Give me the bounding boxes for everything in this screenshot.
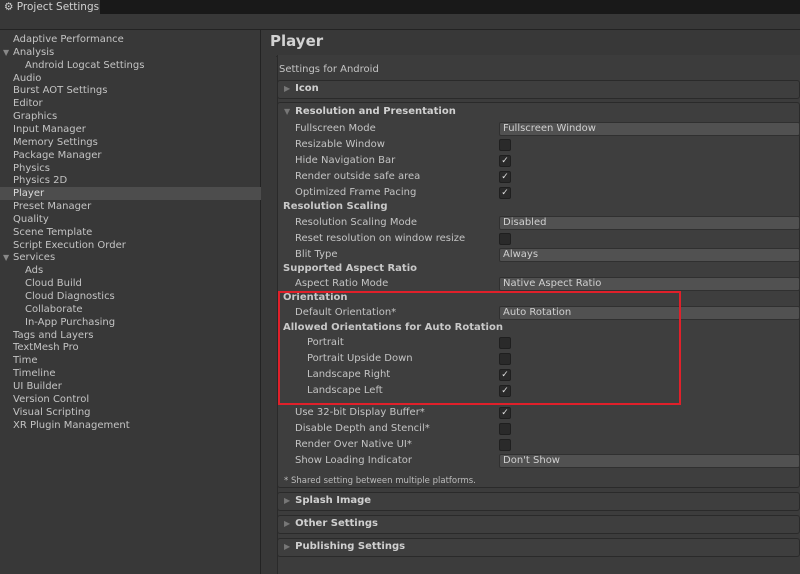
sidebar-item-quality[interactable]: Quality bbox=[0, 213, 261, 226]
display-buffer-checkbox[interactable]: ✓ bbox=[499, 407, 511, 419]
hide-nav-bar-checkbox[interactable]: ✓ bbox=[499, 155, 511, 167]
scaling-mode-dropdown[interactable]: Disabled bbox=[499, 216, 800, 230]
sidebar-item-graphics[interactable]: Graphics bbox=[0, 110, 261, 123]
loading-indicator-label: Show Loading Indicator bbox=[295, 455, 412, 466]
sidebar-item-time[interactable]: Time bbox=[0, 354, 261, 367]
gear-icon: ⚙ bbox=[4, 1, 17, 13]
shared-setting-note: * Shared setting between multiple platfo… bbox=[284, 476, 476, 486]
platform-label: Settings for Android bbox=[279, 64, 379, 75]
project-settings-tab[interactable]: ⚙ Project Settings bbox=[0, 0, 100, 14]
chevron-down-icon[interactable]: ▼ bbox=[3, 46, 9, 59]
disable-depth-checkbox[interactable] bbox=[499, 423, 511, 435]
sidebar-item-ui-builder[interactable]: UI Builder bbox=[0, 380, 261, 393]
resizable-window-checkbox[interactable] bbox=[499, 139, 511, 151]
sidebar-item-physics-2d[interactable]: Physics 2D bbox=[0, 174, 261, 187]
chevron-down-icon[interactable]: ▼ bbox=[3, 251, 9, 264]
sidebar-item-cloud-diagnostics[interactable]: Cloud Diagnostics bbox=[0, 290, 261, 303]
aspect-header: Supported Aspect Ratio bbox=[283, 263, 417, 274]
hide-nav-bar-label: Hide Navigation Bar bbox=[295, 155, 396, 166]
sidebar-item-tags-and-layers[interactable]: Tags and Layers bbox=[0, 329, 261, 342]
sidebar-item-burst-aot-settings[interactable]: Burst AOT Settings bbox=[0, 84, 261, 97]
sidebar-item-player[interactable]: Player bbox=[0, 187, 261, 201]
fullscreen-mode-dropdown[interactable]: Fullscreen Window bbox=[499, 122, 800, 136]
sidebar-item-scene-template[interactable]: Scene Template bbox=[0, 226, 261, 239]
render-outside-safe-label: Render outside safe area bbox=[295, 171, 421, 182]
chevron-right-icon: ▶ bbox=[284, 496, 291, 505]
reset-resolution-checkbox[interactable] bbox=[499, 233, 511, 245]
sidebar-item-xr-plugin-management[interactable]: XR Plugin Management bbox=[0, 419, 261, 432]
sidebar-item-script-execution-order[interactable]: Script Execution Order bbox=[0, 239, 261, 252]
reset-resolution-label: Reset resolution on window resize bbox=[295, 233, 466, 244]
chevron-down-icon: ▼ bbox=[284, 107, 291, 116]
chevron-right-icon: ▶ bbox=[284, 542, 291, 551]
sidebar-item-in-app-purchasing[interactable]: In-App Purchasing bbox=[0, 316, 261, 329]
sidebar-item-textmesh-pro[interactable]: TextMesh Pro bbox=[0, 341, 261, 354]
toolbar bbox=[0, 14, 800, 30]
render-over-native-label: Render Over Native UI* bbox=[295, 439, 412, 450]
sidebar-item-ads[interactable]: Ads bbox=[0, 264, 261, 277]
optimized-frame-pacing-checkbox[interactable]: ✓ bbox=[499, 187, 511, 199]
resizable-window-label: Resizable Window bbox=[295, 139, 385, 150]
loading-indicator-dropdown[interactable]: Don't Show bbox=[499, 454, 800, 468]
sidebar-item-audio[interactable]: Audio bbox=[0, 72, 261, 85]
sidebar-item-physics[interactable]: Physics bbox=[0, 162, 261, 175]
display-buffer-label: Use 32-bit Display Buffer* bbox=[295, 407, 425, 418]
sidebar-item-timeline[interactable]: Timeline bbox=[0, 367, 261, 380]
sidebar-item-version-control[interactable]: Version Control bbox=[0, 393, 261, 406]
sidebar-item-memory-settings[interactable]: Memory Settings bbox=[0, 136, 261, 149]
resolution-section-header[interactable]: ▼ Resolution and Presentation bbox=[284, 103, 456, 121]
sidebar-item-input-manager[interactable]: Input Manager bbox=[0, 123, 261, 136]
sidebar-item-services[interactable]: ▼ Services bbox=[0, 251, 261, 264]
sidebar-item-cloud-build[interactable]: Cloud Build bbox=[0, 277, 261, 290]
render-outside-safe-checkbox[interactable]: ✓ bbox=[499, 171, 511, 183]
sidebar-item-package-manager[interactable]: Package Manager bbox=[0, 149, 261, 162]
sidebar-item-analysis[interactable]: ▼ Analysis bbox=[0, 46, 261, 59]
publishing-section-header[interactable]: ▶ Publishing Settings bbox=[284, 538, 405, 556]
blit-type-dropdown[interactable]: Always bbox=[499, 248, 800, 262]
chevron-right-icon: ▶ bbox=[284, 519, 291, 528]
sidebar-item-android-logcat-settings[interactable]: Android Logcat Settings bbox=[0, 59, 261, 72]
icon-section-header[interactable]: ▶ Icon bbox=[284, 80, 319, 98]
icon-section[interactable] bbox=[277, 80, 800, 99]
sidebar-item-editor[interactable]: Editor bbox=[0, 97, 261, 110]
sidebar-item-collaborate[interactable]: Collaborate bbox=[0, 303, 261, 316]
chevron-right-icon: ▶ bbox=[284, 84, 291, 93]
scaling-header: Resolution Scaling bbox=[283, 201, 388, 212]
other-section-header[interactable]: ▶ Other Settings bbox=[284, 515, 378, 533]
aspect-mode-dropdown[interactable]: Native Aspect Ratio bbox=[499, 277, 800, 291]
sidebar-item-preset-manager[interactable]: Preset Manager bbox=[0, 200, 261, 213]
sidebar-item-adaptive-performance[interactable]: Adaptive Performance bbox=[0, 33, 261, 46]
scaling-mode-label: Resolution Scaling Mode bbox=[295, 217, 418, 228]
sidebar: Adaptive Performance ▼ Analysis Android Log… bbox=[0, 30, 261, 574]
splash-section-header[interactable]: ▶ Splash Image bbox=[284, 492, 371, 510]
title-bar: ⚙ Project Settings bbox=[0, 0, 800, 14]
render-over-native-checkbox[interactable] bbox=[499, 439, 511, 451]
highlight-box bbox=[278, 291, 681, 405]
disable-depth-label: Disable Depth and Stencil* bbox=[295, 423, 430, 434]
fullscreen-mode-label: Fullscreen Mode bbox=[295, 123, 376, 134]
sidebar-item-visual-scripting[interactable]: Visual Scripting bbox=[0, 406, 261, 419]
